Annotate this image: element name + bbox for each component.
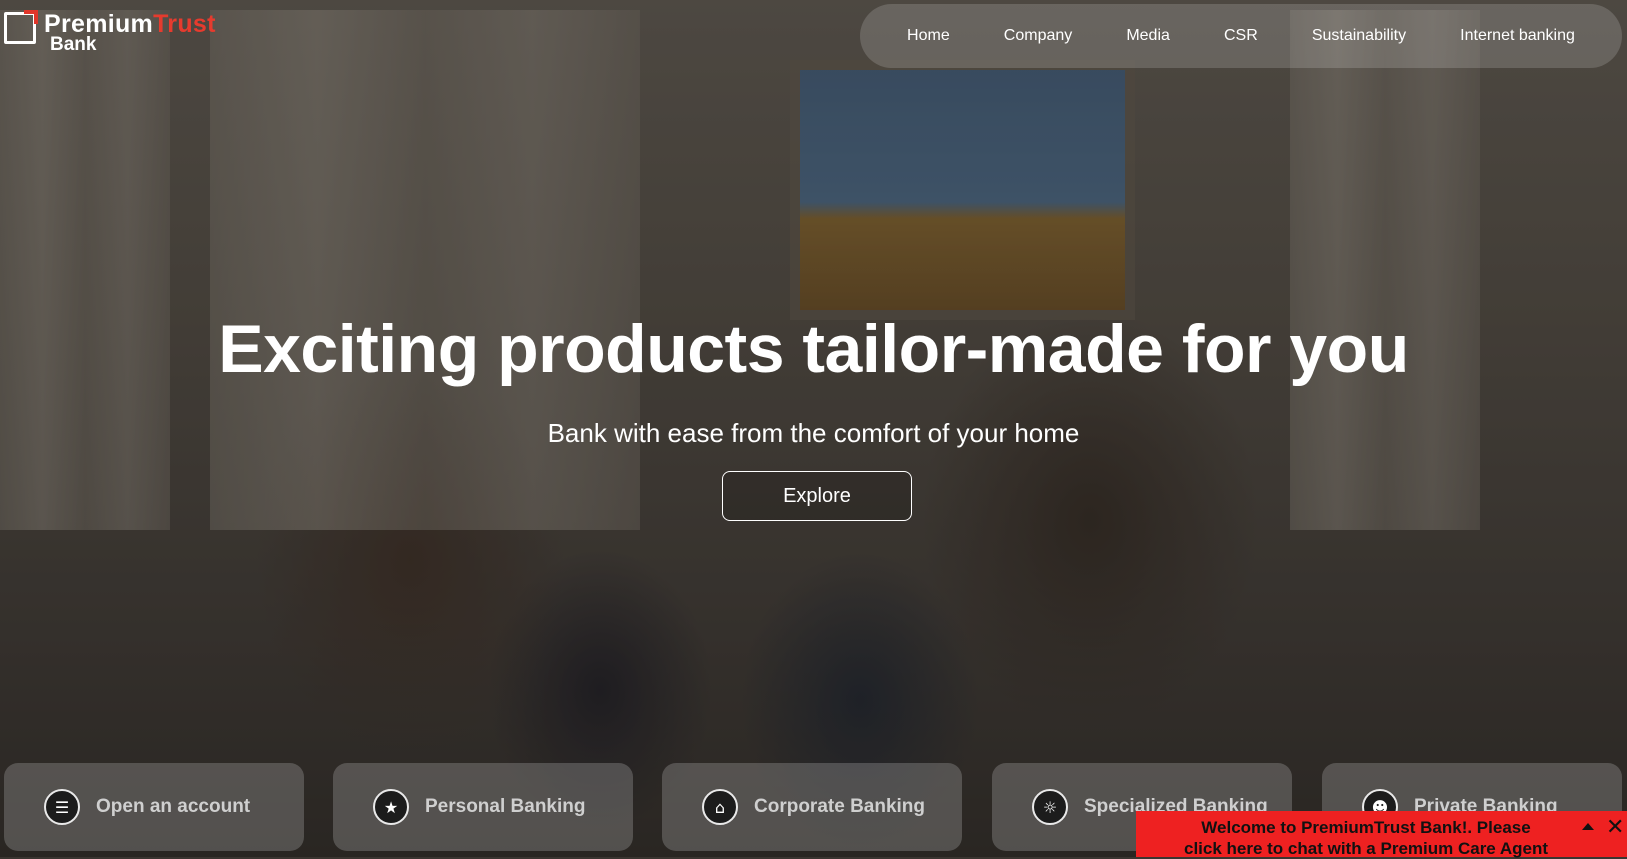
card-label: Personal Banking [425,796,586,817]
brand-logo[interactable]: PremiumTrust Bank [4,10,216,55]
chat-line-2: click here to chat with a Premium Care A… [1183,839,1549,858]
chat-widget[interactable]: Welcome to PremiumTrust Bank!. Please cl… [1136,811,1627,859]
logo-trust: Trust [153,10,216,38]
nav-media[interactable]: Media [1126,27,1170,45]
logo-mark-icon [4,10,38,44]
chevron-up-icon[interactable] [1582,823,1594,830]
chat-line-1: Welcome to PremiumTrust Bank!. Please [1201,818,1531,837]
main-navigation: Home Company Media CSR Sustainability In… [860,4,1622,68]
card-open-account[interactable]: ☰ Open an account [4,763,304,851]
document-add-icon: ☰ [44,789,80,825]
hero-title: Exciting products tailor-made for you [218,311,1409,387]
nav-company[interactable]: Company [1004,27,1072,45]
lightbulb-gear-icon: ☼ [1032,789,1068,825]
nav-csr[interactable]: CSR [1224,27,1258,45]
close-icon[interactable]: ✕ [1606,815,1624,840]
nav-home[interactable]: Home [907,27,950,45]
card-personal-banking[interactable]: ★ Personal Banking [333,763,633,851]
nav-sustainability[interactable]: Sustainability [1312,27,1406,45]
bank-building-icon: ⌂ [702,789,738,825]
nav-internet-banking[interactable]: Internet banking [1460,27,1575,45]
logo-wordmark: PremiumTrust Bank [44,10,216,55]
explore-button[interactable]: Explore [722,471,912,521]
card-label: Corporate Banking [754,796,926,817]
hero-subtitle: Bank with ease from the comfort of your … [547,418,1080,448]
piggy-bank-icon: ★ [373,789,409,825]
card-corporate-banking[interactable]: ⌂ Corporate Banking [662,763,962,851]
card-label: Open an account [96,796,251,817]
chat-message: Welcome to PremiumTrust Bank!. Please cl… [1156,817,1576,859]
